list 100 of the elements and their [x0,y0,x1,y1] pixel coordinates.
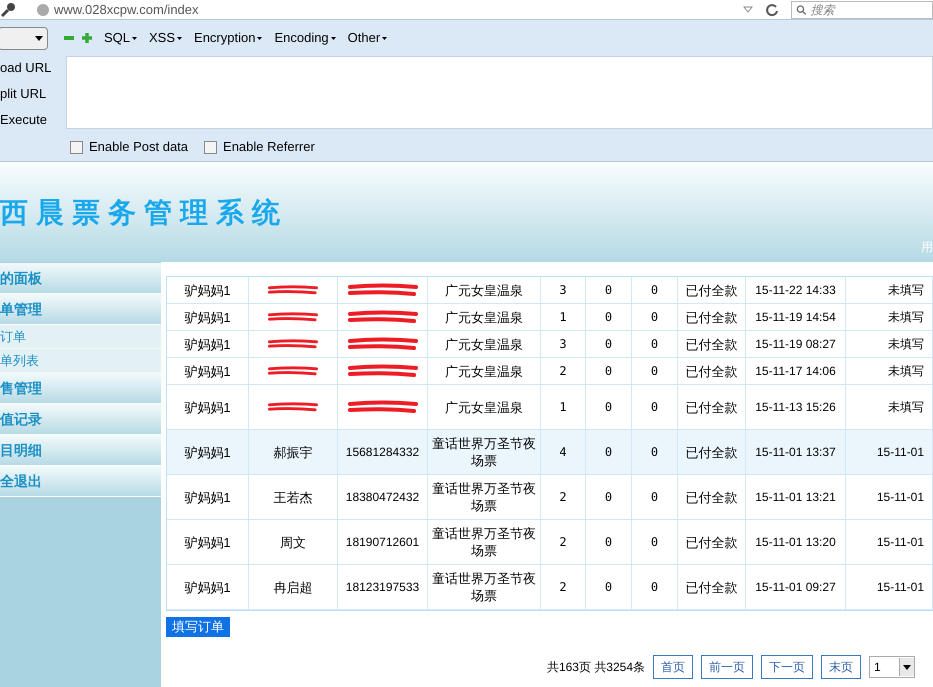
table-cell: 0 [604,578,612,596]
table-cell: 冉启超 [274,578,312,596]
table-cell: 4 [559,444,567,460]
table-cell: 驴妈妈1 [184,444,231,460]
table-cell: 0 [604,488,612,506]
banner-title: 西晨票务管理系统 [0,196,289,230]
table-cell: 已付全款 [686,534,738,550]
dropdown-caret-icon[interactable] [743,6,753,13]
table-cell: 2 [559,578,567,596]
table-cell: 0 [650,488,658,506]
checkbox[interactable] [204,140,218,154]
menu-item[interactable]: Encoding [274,28,336,48]
table-row[interactable]: 驴妈妈1 广元女皇温泉 2 0 0 已付全款 15-11-17 14:06 未填写 [167,358,933,385]
action-link[interactable]: Execute [0,110,66,129]
table-cell: 0 [604,444,612,460]
table-cell: 2 [559,488,567,506]
table-cell: 驴妈妈1 [184,308,231,326]
table-cell: 3 [559,336,567,352]
caret-icon [257,37,262,40]
table-cell: 已付全款 [686,444,738,460]
table-cell: 1 [559,308,567,326]
table-cell: 已付全款 [686,336,738,352]
table-cell: 周文 [280,534,306,550]
table-cell: 18380472432 [346,488,420,506]
table-cell: 0 [650,444,658,460]
table-cell: 15-11-01 13:21 [755,488,836,506]
table-cell: 0 [604,336,612,352]
search-input[interactable]: 搜索 [810,0,928,18]
table-cell: 15-11-13 15:26 [755,398,836,416]
page-button[interactable]: 前一页 [701,655,753,679]
dropdown-select[interactable] [0,26,48,50]
page-button[interactable]: 下一页 [761,655,813,679]
table-cell: 15-11-01 09:27 [755,578,836,596]
table-row[interactable]: 驴妈妈1 广元女皇温泉 1 0 0 已付全款 15-11-13 15:26 未填写 [167,385,933,430]
menu-item[interactable]: Other [348,28,388,48]
table-cell: 未填写 [888,336,924,352]
minus-icon[interactable] [64,35,74,41]
action-link[interactable]: plit URL [0,84,66,103]
table-cell: 0 [604,534,612,550]
table-cell: 15-11-01 [876,578,924,596]
table-cell-text: 童话世界万圣节夜场票 [431,570,537,604]
table-cell: 未填写 [888,362,924,380]
table-cell: 15-11-01 [876,534,924,550]
page-button[interactable]: 首页 [653,655,693,679]
action-link[interactable]: oad URL [0,58,66,77]
table-cell: 未填写 [888,308,924,326]
table-cell: 广元女皇温泉 [445,398,523,416]
table-cell: 广元女皇温泉 [445,308,523,326]
new-order-button[interactable]: 填写订单 [166,617,230,637]
table-cell: 18190712601 [346,534,420,550]
table-cell: 15-11-01 13:20 [755,534,836,550]
table-cell: 15-11-01 [876,444,924,460]
caret-icon [132,37,138,40]
table-cell-text: 童话世界万圣节夜场票 [431,480,537,514]
table-cell: 广元女皇温泉 [445,336,523,352]
table-cell: 0 [650,534,658,550]
menu-item[interactable]: XSS [149,28,182,48]
table-cell: 3 [559,282,567,298]
url-input-area[interactable] [66,56,933,129]
menu-item[interactable]: SQL [104,28,138,48]
table-row[interactable]: 驴妈妈1 广元女皇温泉 3 0 0 已付全款 15-11-19 08:27 未填写 [167,331,933,358]
table-cell: 已付全款 [686,308,738,326]
user-label: 用 [921,239,933,256]
url-text[interactable]: www.028xcpw.com/index [54,0,199,20]
table-cell: 未填写 [888,398,924,416]
search-field[interactable]: 搜索 [791,0,933,18]
table-cell: 驴妈妈1 [184,336,231,352]
table-cell: 0 [650,308,658,326]
table-row[interactable]: 驴妈妈1 广元女皇温泉 3 0 0 已付全款 15-11-22 14:33 未填写 [167,277,933,304]
menu-item[interactable]: Encryption [194,28,262,48]
page-button[interactable]: 末页 [821,655,861,679]
table-cell: 驴妈妈1 [184,578,231,596]
checkbox-label: Enable Post data [89,138,188,156]
table-cell: 广元女皇温泉 [445,282,523,298]
caret-icon [903,664,911,670]
table-cell: 15-11-17 14:06 [755,362,836,380]
table-cell: 驴妈妈1 [184,362,231,380]
table-cell: 2 [559,362,567,380]
caret-icon [382,37,388,40]
table-cell: 已付全款 [686,398,738,416]
search-icon [796,4,807,16]
checkbox[interactable] [70,140,83,154]
table-cell: 0 [604,308,612,326]
caret-icon [177,37,182,40]
table-cell: 2 [559,534,567,550]
table-cell: 15-11-01 [876,488,924,506]
table-cell: 已付全款 [686,282,738,298]
plus-icon[interactable] [82,33,92,43]
caret-icon [330,37,336,40]
table-row[interactable]: 驴妈妈1 广元女皇温泉 1 0 0 已付全款 15-11-19 14:54 未填写 [167,304,933,331]
table-cell: 已付全款 [686,578,738,596]
table-cell: 0 [650,578,658,596]
reload-icon[interactable] [765,2,779,16]
table-cell: 未填写 [888,282,924,298]
table-cell-text: 童话世界万圣节夜场票 [431,525,537,559]
table-cell: 15-11-01 13:37 [755,444,836,460]
caret-icon [35,36,43,40]
table-cell: 0 [650,336,658,352]
checkbox-label: Enable Referrer [223,138,315,156]
page-select[interactable]: 1 [869,656,915,678]
